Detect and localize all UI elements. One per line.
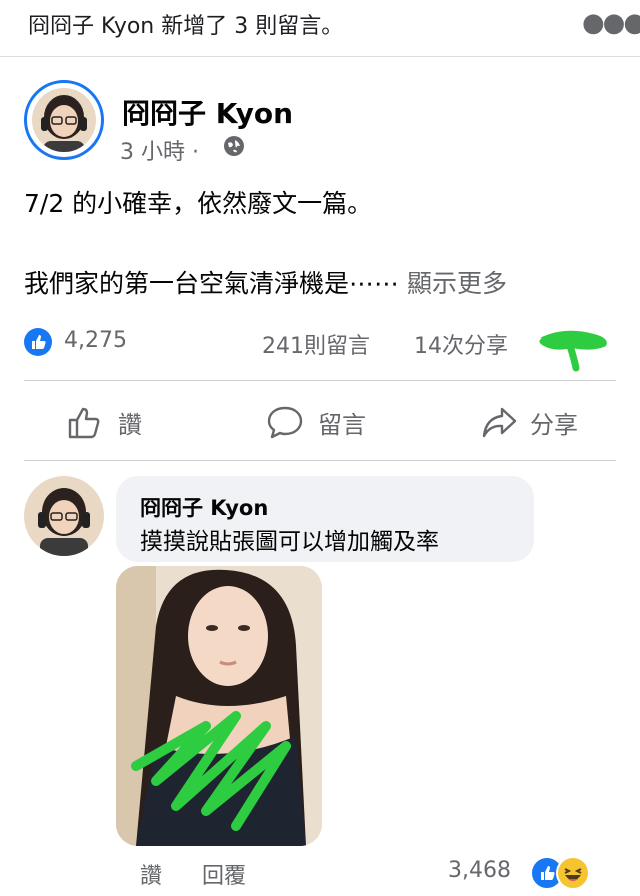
- globe-icon: [224, 136, 244, 156]
- avatar-image: [24, 476, 104, 556]
- post-text-preview: 我們家的第一台空氣清淨機是⋯⋯: [24, 269, 400, 298]
- see-more-link[interactable]: 顯示更多: [407, 269, 507, 298]
- divider: [24, 380, 616, 381]
- divider: [24, 460, 616, 461]
- comment-photo[interactable]: [116, 566, 322, 846]
- share-count[interactable]: 14次分享: [414, 328, 508, 360]
- like-reaction-icon[interactable]: [24, 328, 52, 356]
- comment-button[interactable]: 留言: [266, 400, 366, 444]
- like-button[interactable]: 讚: [66, 400, 142, 444]
- comment-count[interactable]: 241則留言: [262, 328, 370, 360]
- haha-reaction-icon: [556, 856, 590, 890]
- post-author-name[interactable]: 冏冏子 Kyon: [122, 92, 293, 132]
- share-label: 分享: [530, 410, 578, 439]
- comment-text: 摸摸說貼張圖可以增加觸及率: [140, 529, 439, 555]
- commenter-avatar[interactable]: [24, 476, 104, 556]
- author-avatar[interactable]: [24, 80, 104, 160]
- notification-text: 冏冏子 Kyon 新增了 3 則留言。: [28, 14, 344, 39]
- selfie-image: [116, 566, 322, 846]
- comment-label: 留言: [318, 410, 366, 439]
- post-time[interactable]: 3 小時 ·: [120, 134, 199, 166]
- comment-like-link[interactable]: 讚: [140, 858, 162, 890]
- comment-reaction-count[interactable]: 3,468: [448, 858, 511, 883]
- avatar-image: [32, 88, 96, 152]
- notification-bar[interactable]: 冏冏子 Kyon 新增了 3 則留言。 ●●●: [0, 0, 640, 57]
- post-text-line-1: 7/2 的小確幸，依然廢文一篇。: [24, 189, 373, 218]
- like-count[interactable]: 4,275: [64, 328, 127, 353]
- share-button[interactable]: 分享: [480, 400, 578, 444]
- commenter-name[interactable]: 冏冏子 Kyon: [140, 492, 268, 522]
- comment-bubble-icon: [267, 406, 303, 439]
- like-label: 讚: [118, 410, 142, 439]
- post-text-line-2: 我們家的第一台空氣清淨機是⋯⋯ 顯示更多: [24, 264, 507, 300]
- green-redaction-scribble: [539, 330, 607, 372]
- comment-reply-link[interactable]: 回覆: [202, 858, 246, 890]
- more-dots-icon[interactable]: ●●●: [582, 8, 640, 38]
- share-arrow-icon: [482, 407, 517, 438]
- thumbs-up-icon: [68, 407, 100, 439]
